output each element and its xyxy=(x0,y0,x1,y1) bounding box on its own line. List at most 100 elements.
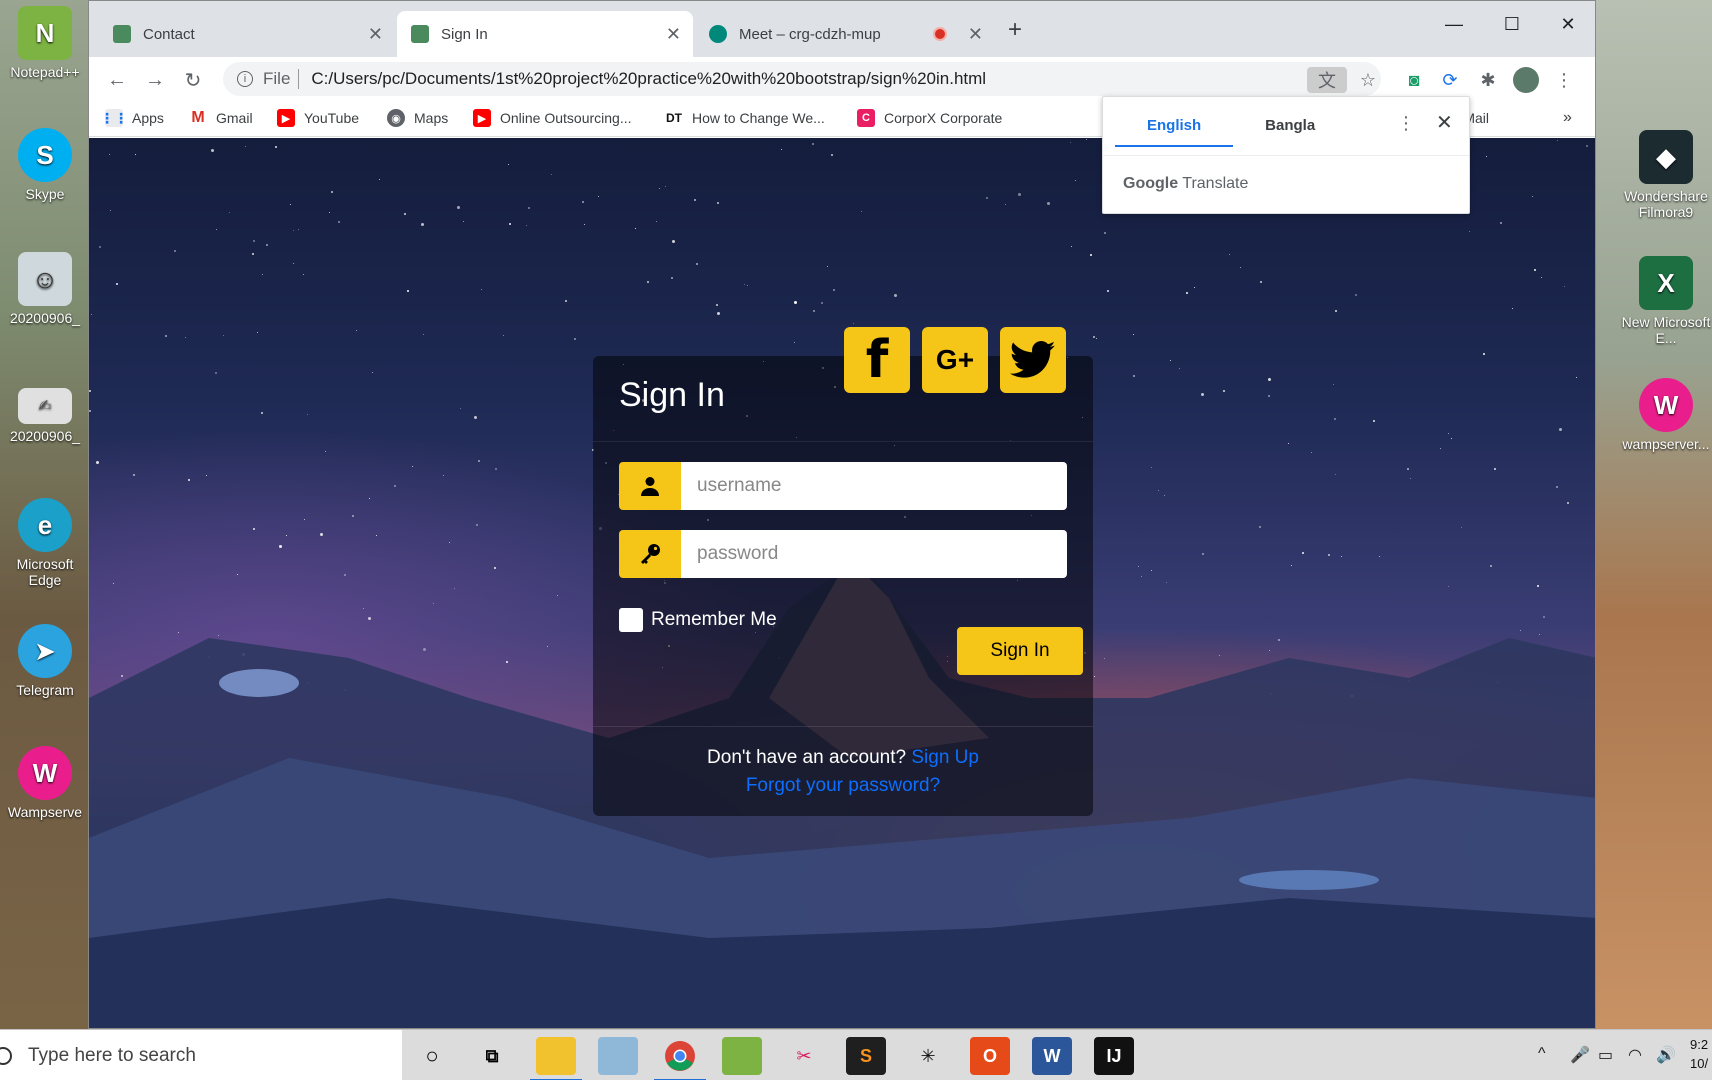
star-icon[interactable]: ☆ xyxy=(1355,67,1381,93)
desktop-icon-telegram[interactable]: ➤ Telegram xyxy=(2,624,88,698)
username-input[interactable] xyxy=(681,462,1067,510)
photo-icon: ☺ xyxy=(18,252,72,306)
close-icon[interactable]: ✕ xyxy=(368,24,383,45)
forgot-password-link[interactable]: Forgot your password? xyxy=(746,775,940,796)
translate-language-tabs: English Bangla xyxy=(1115,109,1347,147)
page-favicon-icon xyxy=(113,25,131,43)
recording-icon xyxy=(933,27,947,41)
maps-icon: ◉ xyxy=(387,109,405,127)
taskbar-search-box[interactable]: Type here to search xyxy=(0,1030,402,1080)
tab-english[interactable]: English xyxy=(1115,109,1234,147)
dt-icon: DT xyxy=(665,109,683,127)
office-icon[interactable]: O xyxy=(970,1037,1010,1075)
password-input[interactable] xyxy=(681,530,1067,578)
sign-in-card: Sign In f G+ username Remember Me Sign I… xyxy=(593,327,1093,816)
notepad-app-icon[interactable] xyxy=(598,1037,638,1075)
meet-icon xyxy=(709,25,727,43)
facebook-icon[interactable]: f xyxy=(844,327,910,393)
close-icon[interactable]: ✕ xyxy=(666,24,681,45)
snipping-tool-icon[interactable]: ✂ xyxy=(784,1037,824,1075)
address-url[interactable]: C:/Users/pc/Documents/1st%20project%20pr… xyxy=(311,69,986,89)
tab-bar: Contact ✕ Sign In ✕ Meet – crg-cdzh-mup … xyxy=(89,1,1595,57)
google-plus-icon[interactable]: G+ xyxy=(922,327,988,393)
wifi-icon[interactable]: ◠ xyxy=(1628,1045,1642,1065)
forward-button[interactable]: → xyxy=(141,66,169,94)
address-bar[interactable]: i File C:/Users/pc/Documents/1st%20proje… xyxy=(223,62,1381,96)
extensions-puzzle-icon[interactable]: ✱ xyxy=(1475,67,1501,93)
sign-in-button[interactable]: Sign In xyxy=(957,627,1083,675)
sublime-text-icon[interactable]: S xyxy=(846,1037,886,1075)
extension-grammarly-icon[interactable]: ◙ xyxy=(1401,67,1427,93)
file-explorer-icon[interactable] xyxy=(530,1037,582,1080)
paint-tool-icon[interactable]: ✳ xyxy=(908,1037,948,1075)
tab-contact[interactable]: Contact ✕ xyxy=(99,11,395,57)
bookmark-apps[interactable]: ⋮⋮ Apps xyxy=(100,109,164,127)
signup-row: Don't have an account? Sign Up xyxy=(707,747,979,768)
close-icon[interactable]: ✕ xyxy=(968,24,983,45)
new-tab-button[interactable]: + xyxy=(995,15,1035,45)
bookmark-youtube[interactable]: ▶ YouTube xyxy=(277,109,359,127)
taskbar-clock[interactable]: 9:2 10/ xyxy=(1690,1035,1708,1073)
desktop-icon-skype[interactable]: S Skype xyxy=(2,128,88,202)
menu-kebab-icon[interactable]: ⋮ xyxy=(1551,67,1577,93)
taskbar: Type here to search ○ ⧉ ✂ S ✳ O W IJ ^ 🎤… xyxy=(0,1029,1712,1080)
checkbox-box[interactable] xyxy=(619,608,643,632)
card-header: Sign In f G+ xyxy=(593,327,1093,442)
desktop-icon-wampserver[interactable]: W wampserver... xyxy=(1620,378,1712,452)
bookmark-maps[interactable]: ◉ Maps xyxy=(387,109,448,127)
tab-sign-in[interactable]: Sign In ✕ xyxy=(397,11,693,57)
bookmark-online-outsourcing[interactable]: ▶ Online Outsourcing... xyxy=(473,109,632,127)
tab-bangla[interactable]: Bangla xyxy=(1233,109,1347,147)
key-icon xyxy=(619,530,681,578)
tab-meet[interactable]: Meet – crg-cdzh-mup ✕ xyxy=(695,11,995,57)
desktop-icon-wamp[interactable]: W Wampserve xyxy=(2,746,88,820)
extension-refresh-icon[interactable]: ⟳ xyxy=(1437,67,1463,93)
cortana-icon[interactable]: ○ xyxy=(412,1037,452,1075)
filmora-icon: ◆ xyxy=(1639,130,1693,184)
desktop-icon-edge[interactable]: e Microsoft Edge xyxy=(2,498,88,588)
desktop-icon-filmora[interactable]: ◆ Wondershare Filmora9 xyxy=(1620,130,1712,220)
info-icon[interactable]: i xyxy=(237,71,253,87)
close-window-button[interactable]: ✕ xyxy=(1541,9,1595,39)
profile-avatar[interactable] xyxy=(1513,67,1539,93)
bookmark-corporx[interactable]: C CorporX Corporate xyxy=(857,109,1002,127)
corporx-icon: C xyxy=(857,109,875,127)
minimize-button[interactable]: — xyxy=(1427,9,1481,39)
wamp-icon: W xyxy=(18,746,72,800)
reload-button[interactable]: ↻ xyxy=(179,66,207,94)
tray-chevron-up-icon[interactable]: ^ xyxy=(1538,1045,1546,1063)
close-icon[interactable]: ✕ xyxy=(1436,110,1453,135)
desktop-icon-notepad[interactable]: N Notepad++ xyxy=(2,6,88,80)
notepadpp-taskbar-icon[interactable] xyxy=(722,1037,762,1075)
edge-icon: e xyxy=(18,498,72,552)
maximize-button[interactable]: ☐ xyxy=(1485,9,1539,39)
bookmark-gmail[interactable]: M Gmail xyxy=(189,109,253,127)
sign-up-link[interactable]: Sign Up xyxy=(911,747,979,768)
battery-icon[interactable]: ▭ xyxy=(1598,1045,1613,1065)
microphone-icon[interactable]: 🎤 xyxy=(1570,1045,1590,1065)
wamp-icon: W xyxy=(1639,378,1693,432)
chrome-icon[interactable] xyxy=(654,1037,706,1080)
desktop-icon-photo[interactable]: ☺ 20200906_ xyxy=(2,252,88,326)
word-icon[interactable]: W xyxy=(1032,1037,1072,1075)
volume-icon[interactable]: 🔊 xyxy=(1656,1045,1676,1065)
google-translate-brand: Google Translate xyxy=(1123,175,1249,192)
twitter-icon[interactable] xyxy=(1000,327,1066,393)
signature-icon: ✍ xyxy=(18,388,72,424)
bookmark-how-to-change[interactable]: DT How to Change We... xyxy=(665,109,825,127)
page-title: Sign In xyxy=(619,376,725,414)
desktop-icon-excel[interactable]: X New Microsoft E... xyxy=(1620,256,1712,346)
search-icon xyxy=(0,1046,12,1065)
task-view-icon[interactable]: ⧉ xyxy=(472,1037,512,1075)
youtube-icon: ▶ xyxy=(277,109,295,127)
divider xyxy=(1103,155,1469,156)
more-options-icon[interactable]: ⋮ xyxy=(1397,113,1415,134)
page-content: Sign In f G+ username Remember Me Sign I… xyxy=(89,138,1595,1028)
translate-icon[interactable]: 文 xyxy=(1307,67,1347,93)
bookmarks-overflow-button[interactable]: » xyxy=(1563,109,1572,127)
desktop-icon-signature[interactable]: ✍ 20200906_ xyxy=(2,388,88,444)
toolbar: ← → ↻ i File C:/Users/pc/Documents/1st%2… xyxy=(89,57,1595,101)
back-button[interactable]: ← xyxy=(103,66,131,94)
remember-me-checkbox[interactable]: Remember Me xyxy=(619,608,777,632)
intellij-icon[interactable]: IJ xyxy=(1094,1037,1134,1075)
